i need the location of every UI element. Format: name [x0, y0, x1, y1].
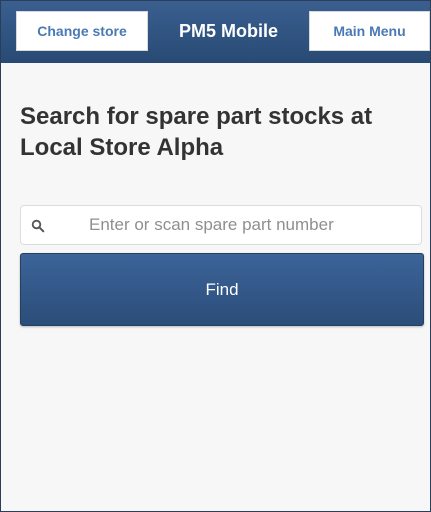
header-bar: Change store PM5 Mobile Main Menu	[1, 1, 430, 63]
page-heading: Search for spare part stocks at Local St…	[20, 103, 373, 161]
app-frame: Change store PM5 Mobile Main Menu Search…	[0, 0, 431, 512]
search-icon	[31, 219, 45, 233]
app-title: PM5 Mobile	[178, 20, 278, 41]
find-button[interactable]: Find	[20, 253, 424, 326]
spare-part-number-input[interactable]	[89, 206, 414, 244]
main-menu-button[interactable]: Main Menu	[309, 11, 430, 51]
change-store-button[interactable]: Change store	[16, 11, 148, 51]
search-field[interactable]	[20, 205, 422, 245]
